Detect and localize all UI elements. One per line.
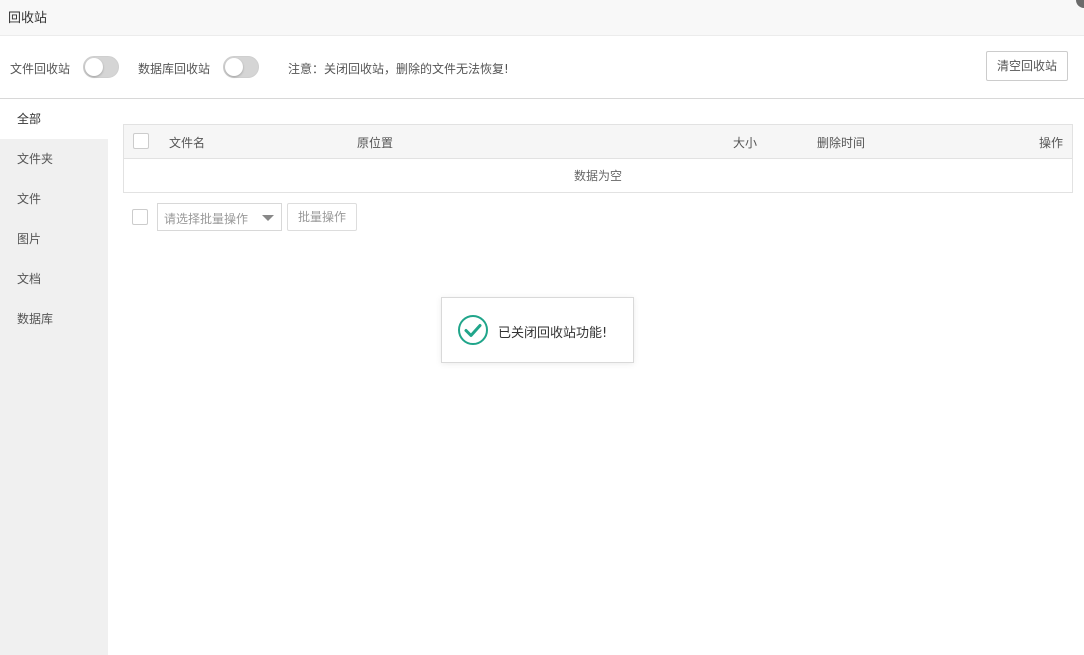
table-header: 文件名 原位置 大小 删除时间 操作 [124, 125, 1072, 159]
db-recycle-label: 数据库回收站 [138, 62, 211, 76]
empty-state-text: 数据为空 [573, 169, 622, 183]
sidebar-item-all[interactable]: 全部 [0, 99, 108, 139]
window-title: 回收站 [8, 11, 48, 26]
file-recycle-label: 文件回收站 [10, 62, 71, 76]
recycle-table: 文件名 原位置 大小 删除时间 操作 数据为空 [123, 124, 1073, 193]
file-recycle-toggle[interactable] [83, 56, 119, 78]
title-bar: 回收站 [0, 0, 1084, 36]
success-toast: 已关闭回收站功能! [441, 297, 634, 363]
sidebar-item-documents[interactable]: 文档 [0, 259, 108, 299]
clear-recycle-button[interactable]: 清空回收站 [986, 51, 1068, 81]
select-all-checkbox[interactable] [133, 133, 149, 149]
toggle-knob [85, 58, 103, 76]
column-actions: 操作 [1039, 136, 1064, 150]
toggle-knob [225, 58, 243, 76]
recycle-notice: 注意：关闭回收站，删除的文件无法恢复! [288, 62, 509, 76]
batch-bar: 请选择批量操作 批量操作 [123, 203, 423, 233]
sidebar-item-images[interactable]: 图片 [0, 219, 108, 259]
batch-operation-button[interactable]: 批量操作 [287, 203, 357, 231]
toast-message: 已关闭回收站功能! [498, 326, 608, 341]
sidebar-item-files[interactable]: 文件 [0, 179, 108, 219]
sidebar-item-databases[interactable]: 数据库 [0, 299, 108, 339]
select-placeholder: 请选择批量操作 [164, 212, 249, 226]
check-circle-icon [458, 315, 488, 345]
column-filename[interactable]: 文件名 [169, 134, 205, 151]
toolbar: 文件回收站 数据库回收站 注意：关闭回收站，删除的文件无法恢复! 清空回收站 [0, 36, 1084, 99]
column-original-location[interactable]: 原位置 [357, 134, 393, 151]
close-icon[interactable] [1076, 0, 1084, 8]
category-sidebar: 全部 文件夹 文件 图片 文档 数据库 [0, 99, 108, 655]
db-recycle-toggle[interactable] [223, 56, 259, 78]
chevron-down-icon [262, 215, 274, 221]
column-delete-time[interactable]: 删除时间 [817, 134, 865, 151]
sidebar-item-folders[interactable]: 文件夹 [0, 139, 108, 179]
batch-operation-select[interactable]: 请选择批量操作 [157, 203, 282, 231]
column-size[interactable]: 大小 [733, 134, 757, 151]
batch-select-checkbox[interactable] [132, 209, 148, 225]
